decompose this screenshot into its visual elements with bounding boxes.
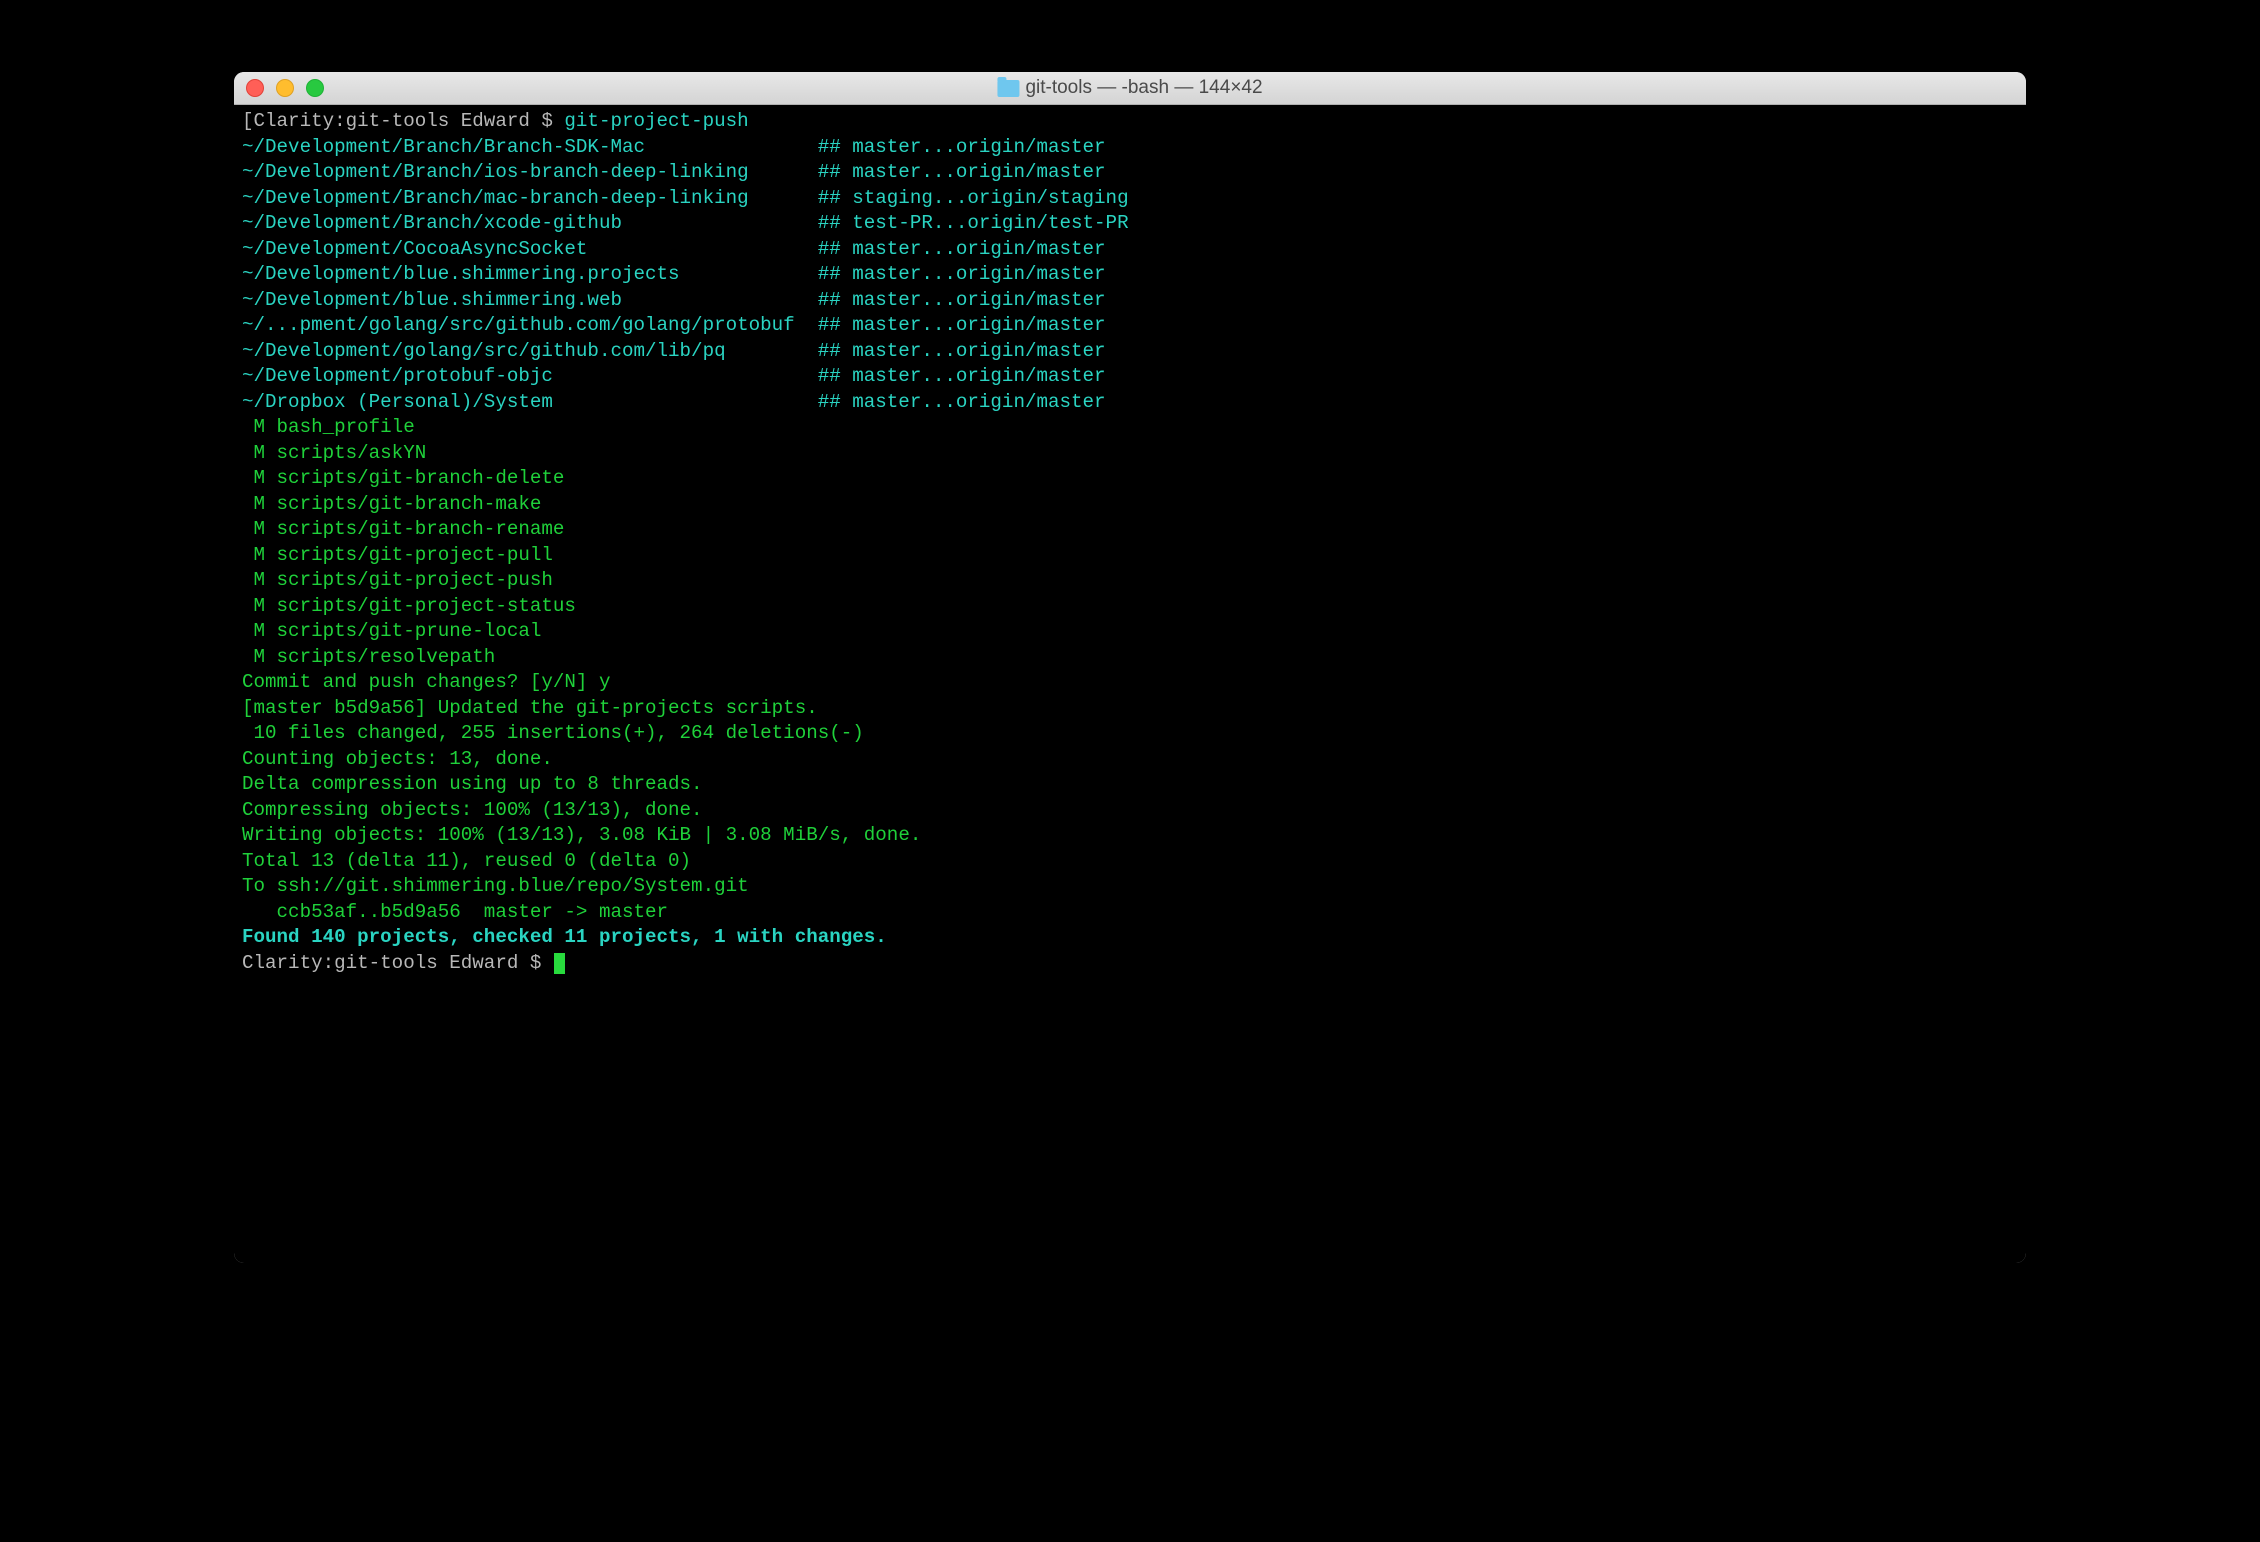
modified-file-line: M bash_profile bbox=[242, 415, 2018, 441]
terminal-window: git-tools — -bash — 144×42 [Clarity:git-… bbox=[234, 72, 2026, 1263]
repo-path: ~/Development/Branch/Branch-SDK-Mac bbox=[242, 135, 818, 161]
repo-branch-status: ## staging...origin/staging bbox=[818, 187, 1129, 209]
git-output-line: 10 files changed, 255 insertions(+), 264… bbox=[242, 721, 2018, 747]
repo-branch-status: ## master...origin/master bbox=[818, 314, 1106, 336]
confirm-prompt: Commit and push changes? [y/N] y bbox=[242, 670, 2018, 696]
git-output-line: Total 13 (delta 11), reused 0 (delta 0) bbox=[242, 849, 2018, 875]
close-button[interactable] bbox=[246, 79, 264, 97]
traffic-lights bbox=[246, 79, 324, 97]
git-output-line: Writing objects: 100% (13/13), 3.08 KiB … bbox=[242, 823, 2018, 849]
repo-path: ~/...pment/golang/src/github.com/golang/… bbox=[242, 313, 818, 339]
zoom-button[interactable] bbox=[306, 79, 324, 97]
minimize-button[interactable] bbox=[276, 79, 294, 97]
modified-file-line: M scripts/resolvepath bbox=[242, 645, 2018, 671]
repo-path: ~/Development/Branch/xcode-github bbox=[242, 211, 818, 237]
folder-icon bbox=[997, 80, 1019, 97]
git-output-line: [master b5d9a56] Updated the git-project… bbox=[242, 696, 2018, 722]
repo-branch-status: ## master...origin/master bbox=[818, 365, 1106, 387]
repo-path: ~/Development/blue.shimmering.web bbox=[242, 288, 818, 314]
repo-status-line: ~/Development/Branch/Branch-SDK-Mac## ma… bbox=[242, 135, 2018, 161]
repo-branch-status: ## master...origin/master bbox=[818, 136, 1106, 158]
repo-status-line: ~/...pment/golang/src/github.com/golang/… bbox=[242, 313, 2018, 339]
modified-file-line: M scripts/askYN bbox=[242, 441, 2018, 467]
window-titlebar[interactable]: git-tools — -bash — 144×42 bbox=[234, 72, 2026, 105]
repo-path: ~/Development/blue.shimmering.projects bbox=[242, 262, 818, 288]
repo-status-line: ~/Development/blue.shimmering.projects##… bbox=[242, 262, 2018, 288]
repo-path: ~/Dropbox (Personal)/System bbox=[242, 390, 818, 416]
repo-branch-status: ## test-PR...origin/test-PR bbox=[818, 212, 1129, 234]
repo-status-line: ~/Development/golang/src/github.com/lib/… bbox=[242, 339, 2018, 365]
entered-command: git-project-push bbox=[564, 110, 748, 132]
git-output-line: To ssh://git.shimmering.blue/repo/System… bbox=[242, 874, 2018, 900]
modified-file-line: M scripts/git-prune-local bbox=[242, 619, 2018, 645]
summary-line: Found 140 projects, checked 11 projects,… bbox=[242, 925, 2018, 951]
cursor bbox=[554, 953, 565, 974]
repo-status-line: ~/Development/Branch/xcode-github## test… bbox=[242, 211, 2018, 237]
git-output-line: Counting objects: 13, done. bbox=[242, 747, 2018, 773]
modified-file-line: M scripts/git-branch-delete bbox=[242, 466, 2018, 492]
git-output-line: Compressing objects: 100% (13/13), done. bbox=[242, 798, 2018, 824]
prompt-line: [Clarity:git-tools Edward $ git-project-… bbox=[242, 109, 2018, 135]
modified-file-line: M scripts/git-project-push bbox=[242, 568, 2018, 594]
repo-status-line: ~/Development/Branch/mac-branch-deep-lin… bbox=[242, 186, 2018, 212]
modified-file-line: M scripts/git-branch-rename bbox=[242, 517, 2018, 543]
window-title: git-tools — -bash — 144×42 bbox=[997, 77, 1262, 99]
terminal-body[interactable]: [Clarity:git-tools Edward $ git-project-… bbox=[234, 105, 2026, 1263]
repo-branch-status: ## master...origin/master bbox=[818, 161, 1106, 183]
repo-branch-status: ## master...origin/master bbox=[818, 340, 1106, 362]
window-title-text: git-tools — -bash — 144×42 bbox=[1025, 77, 1262, 99]
prompt-line[interactable]: Clarity:git-tools Edward $ bbox=[242, 951, 2018, 977]
repo-path: ~/Development/CocoaAsyncSocket bbox=[242, 237, 818, 263]
repo-path: ~/Development/Branch/mac-branch-deep-lin… bbox=[242, 186, 818, 212]
repo-branch-status: ## master...origin/master bbox=[818, 238, 1106, 260]
repo-branch-status: ## master...origin/master bbox=[818, 263, 1106, 285]
repo-branch-status: ## master...origin/master bbox=[818, 289, 1106, 311]
repo-path: ~/Development/protobuf-objc bbox=[242, 364, 818, 390]
repo-status-line: ~/Development/CocoaAsyncSocket## master.… bbox=[242, 237, 2018, 263]
modified-file-line: M scripts/git-branch-make bbox=[242, 492, 2018, 518]
repo-status-line: ~/Development/Branch/ios-branch-deep-lin… bbox=[242, 160, 2018, 186]
repo-status-line: ~/Development/blue.shimmering.web## mast… bbox=[242, 288, 2018, 314]
repo-path: ~/Development/Branch/ios-branch-deep-lin… bbox=[242, 160, 818, 186]
modified-file-line: M scripts/git-project-pull bbox=[242, 543, 2018, 569]
git-output-line: Delta compression using up to 8 threads. bbox=[242, 772, 2018, 798]
repo-path: ~/Development/golang/src/github.com/lib/… bbox=[242, 339, 818, 365]
repo-branch-status: ## master...origin/master bbox=[818, 391, 1106, 413]
git-output-line: ccb53af..b5d9a56 master -> master bbox=[242, 900, 2018, 926]
modified-file-line: M scripts/git-project-status bbox=[242, 594, 2018, 620]
repo-status-line: ~/Dropbox (Personal)/System## master...o… bbox=[242, 390, 2018, 416]
repo-status-line: ~/Development/protobuf-objc## master...o… bbox=[242, 364, 2018, 390]
